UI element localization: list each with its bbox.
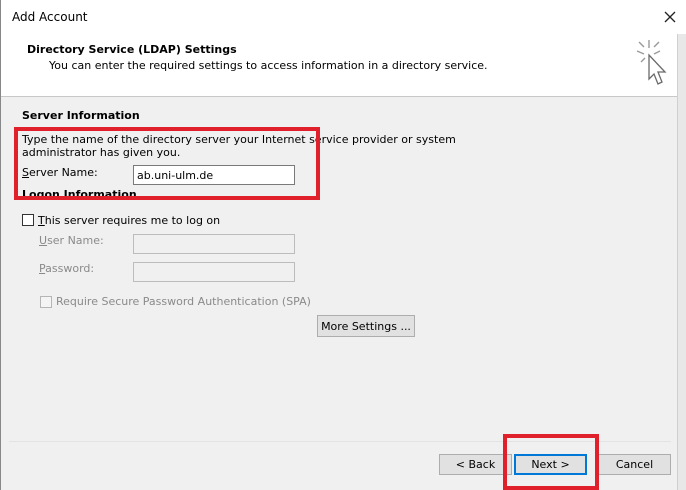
close-icon (664, 11, 676, 23)
back-label: < Back (455, 458, 496, 471)
server-information-heading: Server Information (22, 109, 140, 122)
header-title: Directory Service (LDAP) Settings (27, 43, 237, 56)
requires-logon-checkbox[interactable] (22, 214, 34, 226)
requires-logon-label: This server requires me to log on (38, 214, 221, 227)
password-label: Password: (39, 262, 95, 275)
window-edge (677, 34, 686, 490)
server-instructions-line-1: Type the name of the directory server yo… (22, 133, 456, 146)
server-name-label-rest: erver Name: (28, 166, 98, 179)
spa-label: Require Secure Password Authentication (… (56, 295, 311, 308)
server-instructions-line-2: administrator has given you. (22, 146, 181, 159)
user-name-input[interactable] (133, 234, 295, 254)
settings-panel: Server Information Type the name of the … (9, 103, 671, 441)
next-button[interactable]: Next > (514, 454, 587, 475)
cancel-button[interactable]: Cancel (598, 454, 671, 475)
header-subtitle: You can enter the required settings to a… (49, 59, 488, 72)
cancel-label: Cancel (615, 458, 654, 471)
server-name-label: Server Name: (22, 166, 98, 179)
footer-divider (9, 441, 671, 442)
next-label: Next > (531, 458, 570, 471)
logon-information-heading: Logon Information (22, 188, 137, 198)
title-bar: Add Account (1, 0, 686, 34)
requires-logon-label-rest: his server requires me to log on (44, 214, 221, 227)
back-button[interactable]: < Back (439, 454, 512, 475)
add-account-dialog: Add Account Directory Service (LDAP) Set… (0, 0, 686, 490)
password-input[interactable] (133, 262, 295, 282)
cursor-sparkle-icon (636, 40, 667, 85)
more-settings-button[interactable]: More Settings ... (317, 315, 415, 337)
dialog-header: Directory Service (LDAP) Settings You ca… (1, 34, 686, 97)
close-button[interactable] (659, 6, 681, 28)
window-title: Add Account (12, 10, 88, 24)
spa-checkbox[interactable] (40, 296, 52, 308)
more-settings-label: More Settings ... (321, 319, 411, 333)
user-name-label: User Name: (39, 234, 104, 247)
server-name-input[interactable] (133, 165, 295, 185)
